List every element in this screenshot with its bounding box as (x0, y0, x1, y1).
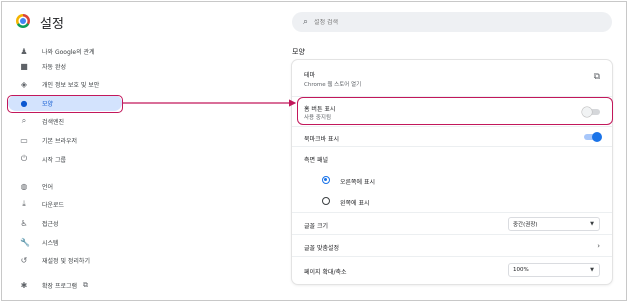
annotation-arrow (123, 99, 297, 107)
settings-window: 설정 ⌕ ♟ 나와 Google의 관계 ■ 자동 완성 ◈ 개인 정보 보호 … (1, 1, 627, 301)
